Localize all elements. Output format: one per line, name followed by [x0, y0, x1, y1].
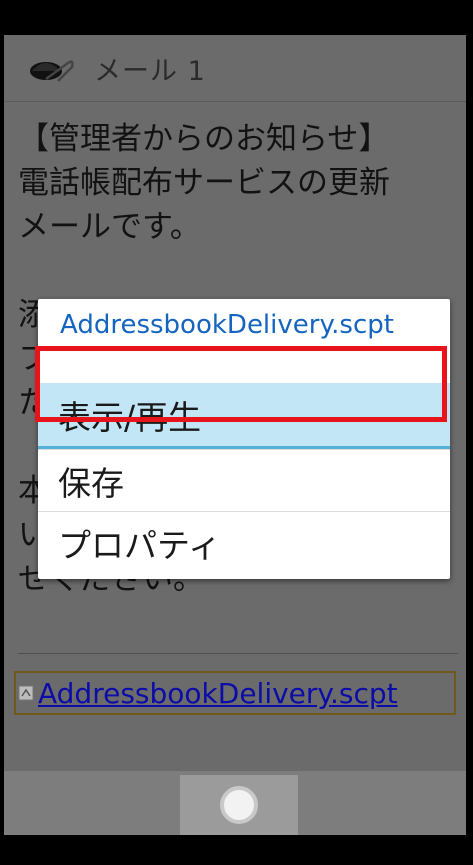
menu-item-properties[interactable]: プロパティ — [38, 511, 450, 573]
context-menu-title: AddressbookDelivery.scpt — [60, 310, 394, 340]
attachment-link[interactable]: AddressbookDelivery.scpt — [14, 671, 456, 715]
context-menu: AddressbookDelivery.scpt 表示/再生 保存 プロパティ — [38, 299, 450, 579]
menu-item-save[interactable]: 保存 — [38, 449, 450, 511]
header-title: メール 1 — [94, 56, 206, 87]
attachment-file-icon — [18, 685, 34, 701]
attachment-filename[interactable]: AddressbookDelivery.scpt — [38, 677, 398, 710]
screen: メール 1 【管理者からのお知らせ】 電話帳配布サービスの更新 メールです。 添… — [4, 35, 466, 835]
home-button[interactable] — [180, 775, 298, 835]
home-button-icon — [220, 786, 258, 824]
menu-item-display-play[interactable]: 表示/再生 — [38, 383, 450, 449]
mail-header: メール 1 — [4, 35, 466, 102]
divider — [18, 653, 458, 654]
mail-attachment-icon — [30, 60, 74, 82]
bottom-bar — [4, 771, 466, 835]
